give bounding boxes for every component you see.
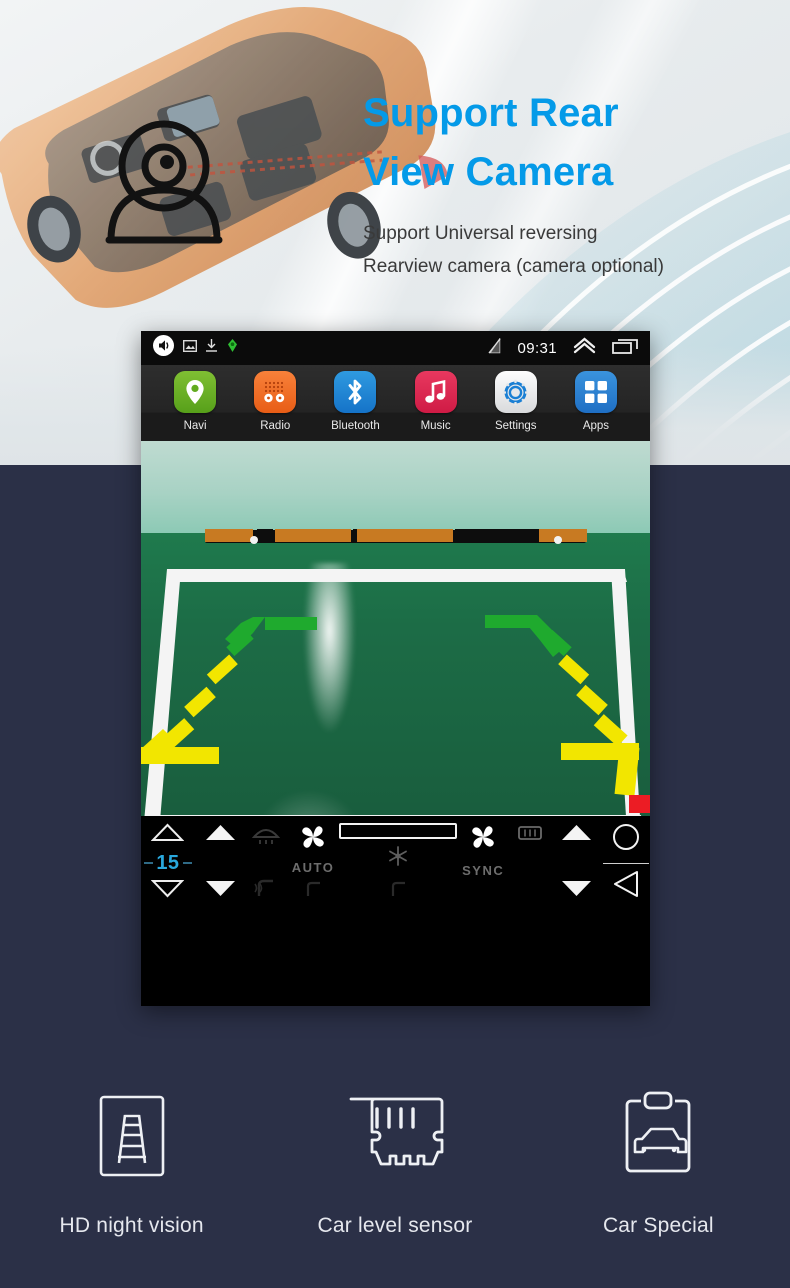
hero-sub-line1: Support Universal reversing [363,223,598,245]
feature-car-special: Car Special [527,1062,790,1288]
feature-label: Car level sensor [317,1214,473,1237]
hero-text-block: Support Rear View Camera Support Univers… [363,84,783,284]
bluetooth-icon [334,371,377,413]
driver-temp-control: 15 [141,816,195,911]
fan-icon-secondary [467,823,499,856]
parking-space-lines [143,569,643,833]
rear-defrost-control[interactable] [509,816,551,911]
download-icon [206,339,217,357]
dock-item-music[interactable]: Music [396,371,476,432]
snowflake-icon [387,845,409,872]
climate-control-bar: 15 AUTO SYNC [141,816,650,911]
fan-down-button[interactable] [204,879,237,903]
driver-temp-up-button[interactable] [151,823,185,847]
seat-heat-icon [251,876,281,903]
gps-icon [226,339,239,357]
grid-apps-icon [574,371,617,413]
app-dock: Navi Radio Bluetooth Music Settings Apps [141,365,650,441]
front-defrost-icon [251,823,281,850]
seat-heat-rear-icon [299,878,327,903]
head-unit-device: 09:31 Navi Radio Bluetooth Music Setting… [141,331,650,1006]
dock-label: Settings [494,420,537,432]
dock-item-apps[interactable]: Apps [556,371,636,432]
rear-camera-view: 15 AUTO SYNC [141,441,650,911]
striped-pole [205,529,587,544]
sensor-module-icon [341,1088,449,1184]
gear-icon [494,371,537,413]
feature-label: Car Special [602,1214,714,1237]
sync-control[interactable]: SYNC [457,816,509,911]
passenger-up-button[interactable] [560,823,593,847]
music-note-icon [414,371,457,413]
sync-label: SYNC [462,863,505,878]
driver-temp-value-wrap: 15 [144,851,192,875]
dock-label: Apps [582,420,610,432]
map-pin-icon [174,371,217,413]
fan-icon [297,823,329,856]
hero-heading-line1: Support Rear [363,91,619,135]
dock-item-settings[interactable]: Settings [476,371,556,432]
dock-label: Navi [183,420,207,432]
dock-label: Bluetooth [331,420,380,432]
nav-divider [602,862,649,864]
passenger-down-button[interactable] [560,879,593,903]
volume-mute-icon[interactable] [153,335,174,361]
fan-level-control [195,816,245,911]
car-clipboard-icon [617,1088,699,1184]
hero-subtitle: Support Universal reversing Rearview cam… [363,218,783,283]
signal-off-icon [488,336,502,359]
dock-item-navi[interactable]: Navi [155,371,235,432]
road-lines-icon [87,1088,177,1184]
front-defrost-control[interactable] [245,816,287,911]
hero-heading-line2: View Camera [363,150,614,195]
nav-buttons [601,816,650,911]
webcam-icon [105,118,223,246]
feature-label: HD night vision [59,1214,204,1237]
dock-item-radio[interactable]: Radio [235,371,315,432]
driver-temp-down-button[interactable] [151,879,185,903]
dock-label: Radio [260,420,291,432]
blower-level-control[interactable] [339,816,458,911]
seat-heat-passenger-icon [384,878,412,903]
temp-dash-left [144,862,154,864]
chevron-up-icon[interactable] [573,337,596,359]
auto-label: AUTO [291,859,335,875]
dock-label: Music [420,420,451,432]
page-title: Support Rear View Camera [363,84,783,202]
feature-hd-night-vision: HD night vision [0,1062,263,1288]
auto-mode-control[interactable]: AUTO [287,816,339,911]
fan-up-button[interactable] [204,823,237,847]
status-bar: 09:31 [141,331,650,365]
recents-icon[interactable] [612,338,638,359]
feature-strip: HD night vision Car level sensor Car Spe… [0,1062,790,1288]
home-circle-icon[interactable] [612,823,640,856]
screenshot-icon [182,339,198,357]
passenger-fan-control [551,816,601,911]
temp-dash-right [182,862,192,864]
driver-temp-value: 15 [156,851,180,874]
radio-icon [254,371,297,413]
status-clock: 09:31 [517,339,557,357]
feature-car-level-sensor: Car level sensor [263,1062,526,1288]
back-triangle-icon[interactable] [611,870,641,903]
dock-item-bluetooth[interactable]: Bluetooth [315,371,395,432]
rear-defrost-icon [516,823,544,848]
blower-level-bar[interactable] [339,823,458,839]
hero-sub-line2: Rearview camera (camera optional) [363,256,664,278]
